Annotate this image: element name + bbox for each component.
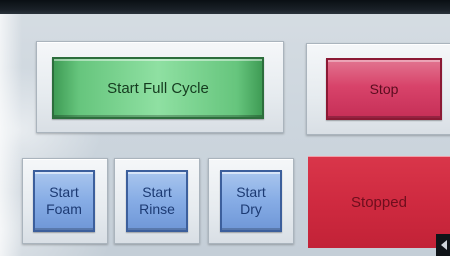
top-bar bbox=[0, 0, 450, 14]
start-foam-button[interactable]: Start Foam bbox=[33, 170, 95, 232]
left-glare bbox=[0, 14, 22, 256]
stop-label: Stop bbox=[369, 81, 399, 97]
start-dry-label: Start Dry bbox=[236, 184, 266, 217]
start-full-cycle-label: Start Full Cycle bbox=[107, 79, 209, 97]
start-dry-button[interactable]: Start Dry bbox=[220, 170, 282, 232]
status-indicator: Stopped bbox=[308, 156, 450, 248]
start-foam-label: Start Foam bbox=[46, 184, 82, 217]
stop-button[interactable]: Stop bbox=[326, 58, 442, 120]
start-rinse-label: Start Rinse bbox=[139, 184, 175, 217]
status-text: Stopped bbox=[351, 194, 407, 211]
scroll-left-arrow-icon[interactable] bbox=[436, 234, 450, 256]
start-rinse-button[interactable]: Start Rinse bbox=[126, 170, 188, 232]
hmi-screen: Start Full Cycle Stop Start Foam Start R… bbox=[0, 0, 450, 256]
start-full-cycle-button[interactable]: Start Full Cycle bbox=[52, 57, 264, 119]
